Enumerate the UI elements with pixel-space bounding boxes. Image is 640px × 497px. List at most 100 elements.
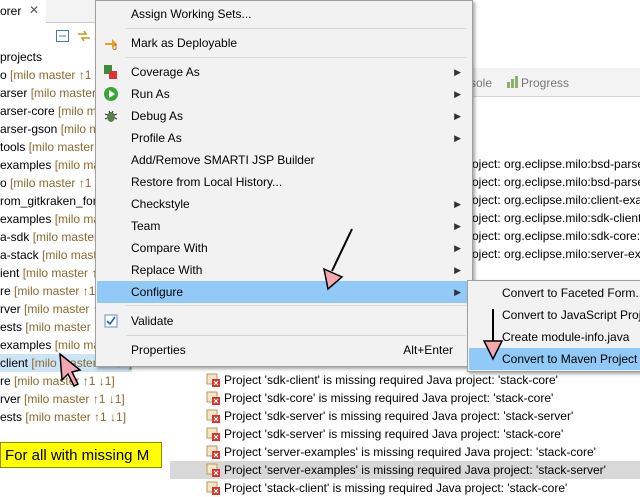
- checkbox-checked-icon: [103, 313, 119, 329]
- error-icon: [206, 445, 220, 459]
- tree-item[interactable]: projects: [0, 48, 42, 66]
- tree-item-label: ests: [0, 320, 23, 334]
- problem-description: Project 'sdk-client' is missing required…: [224, 373, 558, 387]
- tree-item-label: tools: [0, 140, 26, 154]
- menu-item-profile-as[interactable]: Profile As ▶: [97, 127, 471, 149]
- menu-item-compare-with[interactable]: Compare With ▶: [97, 237, 471, 259]
- submenu-item-convert-maven[interactable]: Convert to Maven Project: [469, 348, 640, 370]
- properties-shortcut: Alt+Enter: [403, 343, 453, 357]
- menu-item-checkstyle[interactable]: Checkstyle ▶: [97, 193, 471, 215]
- problem-description: Project 'server-examples' is missing req…: [224, 445, 596, 459]
- collapse-all-icon[interactable]: [56, 30, 70, 42]
- menu-item-restore-history[interactable]: Restore from Local History...: [97, 171, 471, 193]
- tree-item-label: rom_gitkraken_for_: [0, 194, 104, 208]
- tree-item-label: client: [0, 356, 29, 370]
- problem-row-text: oject: org.eclipse.milo:client-exa: [472, 193, 640, 207]
- error-icon: [206, 463, 220, 477]
- problem-row-text: oject: org.eclipse.milo:sdk-core:: [472, 229, 640, 243]
- tab-progress[interactable]: Progress: [521, 76, 569, 90]
- problem-row-text: oject: org.eclipse.milo:sdk-client: [472, 211, 640, 225]
- problem-row-text: oject: org.eclipse.milo:bsd-parse: [472, 157, 640, 171]
- bug-icon: [103, 108, 119, 124]
- tree-item-label: arser-gson: [0, 122, 58, 136]
- tree-item-label: rver: [0, 392, 21, 406]
- error-icon: [206, 481, 220, 495]
- menu-item-validate[interactable]: Validate: [97, 310, 471, 332]
- submenu-item-create-module-info[interactable]: Create module-info.java: [469, 326, 640, 348]
- problem-row[interactable]: Project 'sdk-server' is missing required…: [170, 407, 640, 425]
- tree-item-label: re: [0, 374, 11, 388]
- problem-row[interactable]: Project 'sdk-core' is missing required J…: [170, 389, 640, 407]
- menu-separator: [126, 57, 466, 58]
- error-icon: [206, 427, 220, 441]
- submenu-arrow-icon: ▶: [454, 221, 461, 231]
- problem-description: Project 'sdk-core' is missing required J…: [224, 391, 554, 405]
- context-menu: Assign Working Sets... J Mark as Deploya…: [95, 0, 473, 367]
- menu-item-configure[interactable]: Configure ▶: [97, 281, 471, 303]
- tree-item[interactable]: rom_gitkraken_for_: [0, 192, 103, 210]
- problem-row[interactable]: Project 'sdk-server' is missing required…: [170, 425, 640, 443]
- problem-description: Project 'sdk-server' is missing required…: [224, 427, 564, 441]
- submenu-arrow-icon: ▶: [454, 67, 461, 77]
- menu-item-run-as[interactable]: Run As ▶: [97, 83, 471, 105]
- tree-item-label: arser: [0, 86, 28, 100]
- git-decoration: [milo master ↑1 ↓1]: [14, 374, 115, 388]
- svg-text:J: J: [113, 43, 117, 51]
- tree-item[interactable]: re [milo master ↑1 ↓1]: [0, 372, 115, 390]
- menu-separator: [126, 28, 466, 29]
- error-icon: [206, 391, 220, 405]
- tree-item-label: arser-core: [0, 104, 55, 118]
- git-decoration: [milo master ↑1 ↓1]: [24, 392, 125, 406]
- coverage-icon: [103, 64, 119, 80]
- tree-item-label: o: [0, 68, 7, 82]
- run-icon: [103, 86, 119, 102]
- error-icon: [206, 373, 220, 387]
- submenu-item-convert-javascript[interactable]: Convert to JavaScript Proje: [469, 304, 640, 326]
- tree-item[interactable]: rver [milo master ↑1 ↓1]: [0, 390, 125, 408]
- tree-item-label: ient: [0, 266, 20, 280]
- annotation-hint: For all with missing M: [0, 442, 162, 468]
- menu-item-assign-working-sets[interactable]: Assign Working Sets...: [97, 3, 471, 25]
- problem-row[interactable]: Project 'server-examples' is missing req…: [170, 461, 640, 479]
- git-decoration: [milo master ↑1 ↓1]: [25, 410, 127, 424]
- explorer-tab-label: orer: [0, 4, 22, 18]
- problem-description: Project 'sdk-server' is missing required…: [224, 409, 574, 423]
- menu-item-debug-as[interactable]: Debug As ▶: [97, 105, 471, 127]
- tree-item-label: examples: [0, 212, 52, 226]
- menu-item-team[interactable]: Team ▶: [97, 215, 471, 237]
- progress-icon: [507, 76, 518, 88]
- tree-item-label: projects: [0, 50, 43, 64]
- tree-item-label: rver: [0, 302, 21, 316]
- problem-row[interactable]: Project 'sdk-client' is missing required…: [170, 371, 640, 389]
- deploy-icon: J: [103, 35, 119, 52]
- submenu-arrow-icon: ▶: [454, 111, 461, 121]
- problem-row-text: oject: org.eclipse.milo:server-exa: [472, 247, 640, 261]
- submenu-arrow-icon: ▶: [454, 265, 461, 275]
- submenu-arrow-icon: ▶: [454, 133, 461, 143]
- close-icon[interactable]: ✕: [29, 3, 39, 17]
- menu-item-properties[interactable]: Properties Alt+Enter: [97, 339, 471, 361]
- link-with-editor-icon[interactable]: [77, 30, 91, 42]
- tree-item-label: o: [0, 176, 7, 190]
- problem-row-text: oject: org.eclipse.milo:bsd-parse: [472, 175, 640, 189]
- problem-row[interactable]: Project 'server-examples' is missing req…: [170, 443, 640, 461]
- menu-item-smarti-jsp-builder[interactable]: Add/Remove SMARTI JSP Builder: [97, 149, 471, 171]
- tree-item-label: examples: [0, 338, 52, 352]
- error-icon: [206, 409, 220, 423]
- tab-console[interactable]: sole: [470, 76, 492, 90]
- configure-submenu: Convert to Faceted Form... Convert to Ja…: [467, 280, 640, 372]
- problem-description: Project 'stack-client' is missing requir…: [224, 481, 568, 495]
- problem-description: Project 'server-examples' is missing req…: [224, 463, 606, 477]
- menu-separator: [126, 305, 466, 306]
- submenu-item-convert-faceted[interactable]: Convert to Faceted Form...: [469, 282, 640, 304]
- submenu-arrow-icon: ▶: [454, 199, 461, 209]
- problem-row[interactable]: Project 'stack-client' is missing requir…: [170, 479, 640, 497]
- tree-item[interactable]: ests [milo master ↑1 ↓1]: [0, 408, 126, 426]
- menu-item-coverage-as[interactable]: Coverage As ▶: [97, 61, 471, 83]
- tree-item-label: ests: [0, 410, 23, 424]
- tree-item-label: examples: [0, 158, 52, 172]
- menu-item-replace-with[interactable]: Replace With ▶: [97, 259, 471, 281]
- tree-item-label: re: [0, 284, 11, 298]
- menu-item-mark-deployable[interactable]: J Mark as Deployable: [97, 32, 471, 54]
- project-explorer-tab[interactable]: orer ✕: [0, 0, 47, 23]
